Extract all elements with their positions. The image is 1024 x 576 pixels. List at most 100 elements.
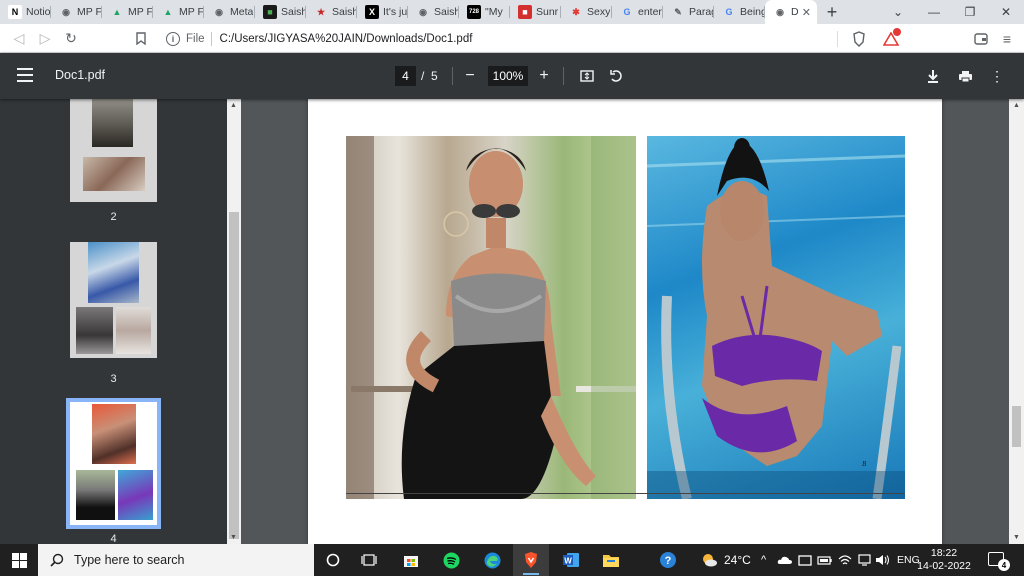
more-options-icon[interactable]: ⋮ [985,64,1009,88]
wallet-icon[interactable] [968,26,994,52]
thumbnail-photo [76,470,115,520]
scroll-up-arrow-icon[interactable]: ▲ [1013,102,1020,109]
tab-title: MP F [179,6,204,18]
browser-tab[interactable]: ✎ Parag [663,0,714,24]
svg-text:?: ? [665,555,672,567]
browser-tab[interactable]: ■ Sunr [510,0,561,24]
url-text[interactable]: C:/Users/JIGYASA%20JAIN/Downloads/Doc1.p… [220,33,473,45]
thumbnail-page-2[interactable] [70,99,157,202]
page-number-input[interactable]: 4 [395,66,416,86]
scroll-down-arrow-icon[interactable]: ▼ [1013,534,1020,541]
word-icon[interactable]: W [553,544,589,576]
browser-tab[interactable]: G Being [714,0,765,24]
bookmark-icon[interactable] [128,25,154,51]
thumbnail-photo [76,307,113,354]
tab-title: enter [638,6,662,18]
thumbnail-label-2: 2 [110,211,117,223]
document-scrollbar-thumb[interactable] [1012,406,1021,447]
restore-button[interactable]: ❐ [952,0,988,24]
fit-page-icon[interactable] [575,64,599,88]
sidebar-scrollbar-thumb[interactable] [229,212,239,539]
address-bar[interactable]: i File C:/Users/JIGYASA%20JAIN/Downloads… [158,27,806,50]
zoom-in-icon[interactable]: + [532,64,556,88]
minimize-button[interactable]: — [916,0,952,24]
rotate-icon[interactable] [604,64,628,88]
sidebar-menu-icon[interactable] [17,68,33,82]
browser-tab[interactable]: X It's ju [357,0,408,24]
scroll-down-arrow-icon[interactable]: ▼ [230,534,237,541]
close-window-button[interactable]: ✕ [988,0,1024,24]
taskbar-clock[interactable]: 18:22 14-02-2022 [916,547,972,573]
file-explorer-icon[interactable] [593,544,629,576]
brave-shield-icon[interactable] [846,26,872,52]
taskbar-search-box[interactable]: Type here to search [38,544,314,576]
reload-icon[interactable]: ↻ [58,25,84,51]
browser-tab-active[interactable]: ◉ D ✕ [765,0,817,24]
tab-title: Meta [230,6,254,18]
thumbnail-page-3[interactable] [70,242,157,358]
cortana-icon[interactable] [315,544,351,576]
browser-tab[interactable]: 728 "My [459,0,510,24]
toolbar-divider [837,30,838,47]
thumbnail-label-4: 4 [110,533,117,544]
microsoft-store-icon[interactable] [393,544,429,576]
quill-tab-icon: ✎ [671,5,685,19]
pdf-document-view[interactable]: B [241,99,1009,544]
browser-tab[interactable]: ◉ Saish [408,0,459,24]
close-tab-icon[interactable]: ✕ [802,6,811,19]
browser-tab[interactable]: ★ Saish [306,0,357,24]
google-icon: G [620,5,634,19]
notification-center-icon[interactable]: 4 [988,552,1010,571]
pdf-page-4: B [308,99,942,544]
zoom-out-icon[interactable]: − [458,64,482,88]
notion-icon: N [8,5,22,19]
forward-icon[interactable]: ▷ [32,25,58,51]
browser-tab[interactable]: ◉ Meta [204,0,255,24]
site-info-icon[interactable]: i [166,31,180,46]
show-hidden-icons[interactable]: ^ [761,544,766,576]
edge-icon[interactable] [474,544,510,576]
browser-tab[interactable]: ▲ MP F [102,0,153,24]
pdf-filename: Doc1.pdf [55,68,106,82]
brave-browser-icon[interactable] [513,544,549,576]
star-tab-icon: ★ [314,5,328,19]
wifi-icon[interactable] [838,544,852,576]
image-tab-icon: ■ [263,5,277,19]
windows-start-button[interactable] [0,544,38,576]
toolbar-extensions: ≡ [837,24,1024,53]
tab-title: "My [485,6,503,18]
tab-title: Parag [689,6,714,18]
zoom-input[interactable]: 100% [488,66,528,86]
back-icon[interactable]: ◁ [6,25,32,51]
new-tab-button[interactable]: + [817,0,847,24]
display-icon[interactable] [858,544,871,576]
browser-tab[interactable]: ▲ MP F [153,0,204,24]
brave-rewards-icon[interactable] [878,26,904,52]
browser-menu-icon[interactable]: ≡ [994,26,1020,52]
window-controls: ⌄ — ❐ ✕ [880,0,1024,24]
photo-grey-top-drawing [346,136,636,499]
browser-tab[interactable]: Genter [612,0,663,24]
spotify-icon[interactable] [433,544,469,576]
battery-icon[interactable] [817,544,832,576]
weather-widget[interactable]: 24°C [700,544,751,576]
browser-tab[interactable]: ■ Saish [255,0,306,24]
print-icon[interactable] [953,64,977,88]
sidebar-scrollbar[interactable]: ▲ ▼ [227,99,241,544]
onedrive-icon[interactable] [777,544,793,576]
page-total: / 5 [421,69,438,83]
task-view-icon[interactable] [351,544,387,576]
thumbnail-photo [116,307,151,354]
tab-search-icon[interactable]: ⌄ [880,0,916,24]
browser-tab[interactable]: ◉ MP F [51,0,102,24]
tablet-icon[interactable] [798,544,812,576]
thumbnail-page-4[interactable] [66,398,161,529]
browser-tab[interactable]: N Notio [0,0,51,24]
download-icon[interactable] [921,64,945,88]
browser-tab[interactable]: ✱ Sexy [561,0,612,24]
document-scrollbar[interactable]: ▲ ▼ [1009,99,1024,544]
volume-icon[interactable] [875,544,890,576]
scroll-up-arrow-icon[interactable]: ▲ [230,102,237,109]
red-tab-icon: ■ [518,5,532,19]
help-icon[interactable]: ? [650,544,686,576]
